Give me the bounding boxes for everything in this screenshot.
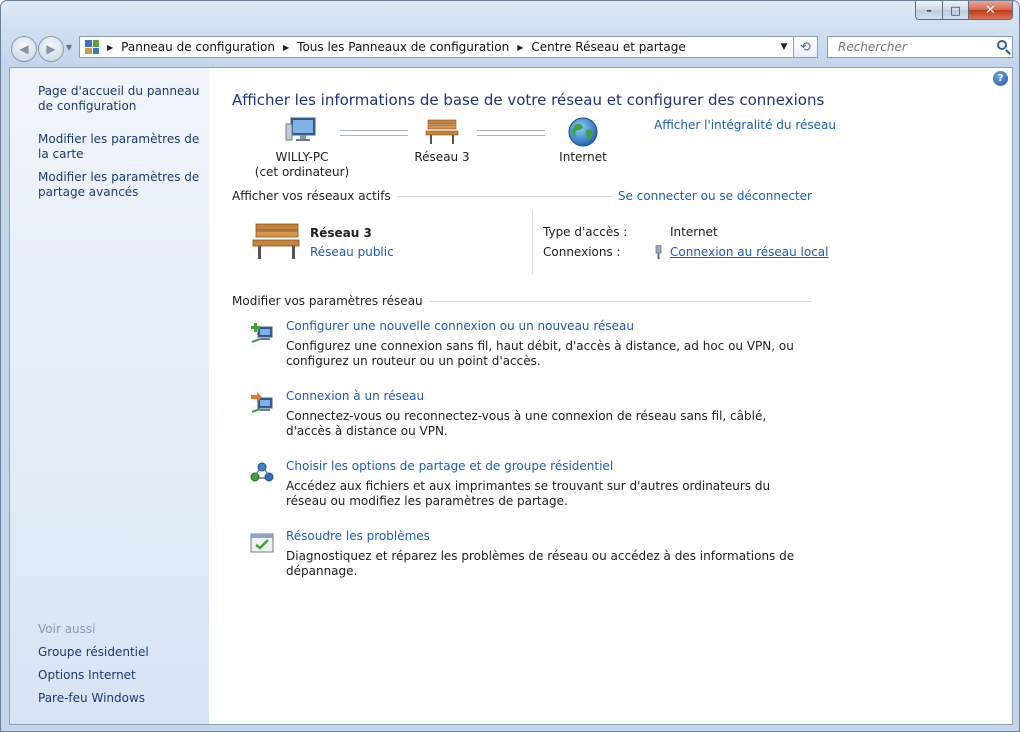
local-connection-link[interactable]: Connexion au réseau local [670, 245, 829, 259]
search-box[interactable] [827, 36, 1013, 58]
recent-pages-dropdown[interactable]: ▼ [66, 43, 72, 52]
breadcrumb-item[interactable]: ▶ Tous les Panneaux de configuration [275, 40, 509, 54]
forward-arrow-icon: ▶ [46, 42, 56, 56]
map-node-computer[interactable]: WILLY-PC (cet ordinateur) [247, 116, 357, 180]
active-networks-heading: Afficher vos réseaux actifs [232, 189, 391, 203]
navigation-bar: ◀ ▶ ▼ ▶ Panneau de configuration ▶ Tous le… [9, 35, 1013, 62]
see-also-homegroup-link[interactable]: Groupe résidentiel [38, 645, 149, 659]
task-title-link[interactable]: Connexion à un réseau [286, 389, 424, 403]
change-settings-heading: Modifier vos paramètres réseau [232, 294, 423, 308]
troubleshoot-icon [250, 533, 274, 553]
minimize-icon: – [926, 3, 932, 17]
section-divider [428, 300, 812, 302]
forward-button[interactable]: ▶ [38, 36, 64, 62]
back-arrow-icon: ◀ [19, 42, 29, 56]
access-type-value: Internet [670, 225, 718, 239]
vertical-divider [532, 210, 533, 274]
content-area: Page d'accueil du panneau de configurati… [9, 67, 1013, 725]
change-settings-header: Modifier vos paramètres réseau [232, 294, 812, 308]
task-description: Configurez une connexion sans fil, haut … [286, 339, 794, 368]
minimize-button[interactable]: – [915, 1, 943, 20]
sidebar-link-advanced-sharing[interactable]: Modifier les paramètres de partage avanc… [38, 170, 206, 200]
see-also-internet-options-link[interactable]: Options Internet [38, 668, 136, 682]
task-description: Connectez-vous ou reconnectez-vous à une… [286, 409, 767, 438]
task-title-link[interactable]: Configurer une nouvelle connexion ou un … [286, 319, 634, 333]
search-input[interactable] [836, 39, 990, 55]
active-networks-header: Afficher vos réseaux actifs Se connecter… [232, 189, 812, 203]
full-network-map-link[interactable]: Afficher l'intégralité du réseau [654, 118, 836, 132]
help-icon[interactable]: ? [993, 71, 1008, 86]
control-panel-icon [85, 40, 99, 54]
public-network-bench-icon[interactable] [250, 218, 302, 262]
sidebar-link-adapter-settings[interactable]: Modifier les paramètres de la carte [38, 132, 206, 162]
ethernet-plug-icon [655, 245, 662, 259]
main-pane: Afficher les informations de base de vot… [232, 68, 836, 724]
task-pane: Page d'accueil du panneau de configurati… [10, 68, 209, 724]
back-button[interactable]: ◀ [11, 36, 37, 62]
breadcrumb-separator-icon: ▶ [107, 42, 114, 52]
sidebar-link-control-panel-home[interactable]: Page d'accueil du panneau de configurati… [38, 84, 206, 114]
map-node-internet[interactable]: Internet [528, 116, 638, 165]
new-connection-icon [251, 323, 273, 343]
window-frame: – □ ✕ ◀ ▶ ▼ ▶ Panneau de configuration ▶ T… [0, 0, 1020, 732]
refresh-button[interactable]: ⟲ [794, 36, 818, 58]
close-button[interactable]: ✕ [969, 1, 1013, 20]
task-description: Accédez aux fichiers et aux imprimantes … [286, 479, 771, 508]
computer-name: WILLY-PC [275, 150, 329, 164]
address-bar[interactable]: ▶ Panneau de configuration ▶ Tous les Pann… [79, 36, 794, 58]
bench-icon [425, 119, 459, 144]
breadcrumb-label: Centre Réseau et partage [531, 40, 686, 54]
task-title-link[interactable]: Résoudre les problèmes [286, 529, 430, 543]
maximize-button[interactable]: □ [943, 1, 969, 20]
network-type-link[interactable]: Réseau public [310, 245, 394, 259]
connections-label: Connexions : [543, 245, 621, 259]
see-also-heading: Voir aussi [38, 622, 96, 636]
section-divider [396, 195, 612, 197]
address-dropdown-icon[interactable]: ▼ [774, 42, 793, 52]
homegroup-icon [250, 462, 274, 482]
connect-network-icon [251, 392, 273, 413]
task-description: Diagnostiquez et réparez les problèmes d… [286, 549, 795, 578]
globe-icon [568, 117, 598, 147]
active-network-name: Réseau 3 [310, 226, 372, 240]
breadcrumb-item[interactable]: ▶ Centre Réseau et partage [509, 40, 686, 54]
breadcrumb-label: Tous les Panneaux de configuration [297, 40, 510, 54]
connect-disconnect-link[interactable]: Se connecter ou se déconnecter [618, 189, 812, 203]
breadcrumb-separator-icon: ▶ [283, 42, 290, 52]
search-icon[interactable] [997, 40, 1007, 50]
breadcrumb-separator-icon: ▶ [517, 42, 524, 52]
task-title-link[interactable]: Choisir les options de partage et de gro… [286, 459, 613, 473]
page-title: Afficher les informations de base de vot… [232, 91, 825, 109]
breadcrumb-item[interactable]: ▶ Panneau de configuration [105, 40, 275, 54]
network-name-label: Réseau 3 [414, 150, 470, 164]
computer-icon [285, 117, 316, 141]
caption-buttons: – □ ✕ [915, 1, 1013, 21]
close-icon: ✕ [985, 2, 996, 18]
map-node-network[interactable]: Réseau 3 [387, 116, 497, 165]
see-also-firewall-link[interactable]: Pare-feu Windows [38, 691, 145, 705]
computer-subtitle: (cet ordinateur) [254, 165, 350, 179]
maximize-icon: □ [950, 3, 961, 17]
refresh-icon: ⟲ [800, 39, 811, 55]
access-type-label: Type d'accès : [543, 225, 628, 239]
breadcrumb-label: Panneau de configuration [121, 40, 275, 54]
internet-label: Internet [559, 150, 607, 164]
